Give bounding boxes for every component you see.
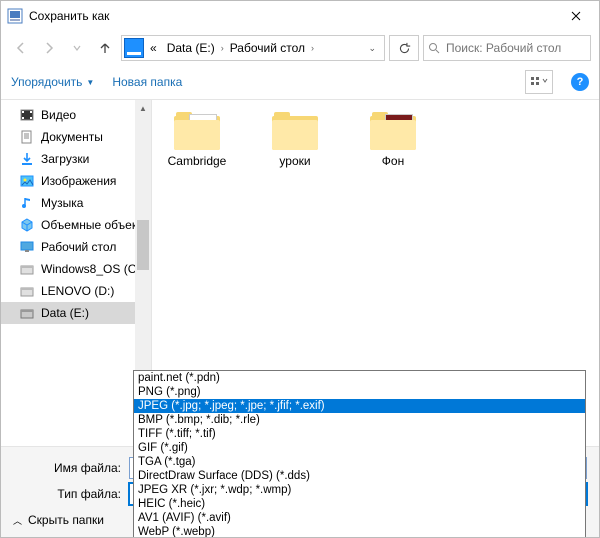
hide-folders-label: Скрыть папки bbox=[28, 513, 104, 527]
drive-icon bbox=[124, 38, 144, 58]
folder-label: уроки bbox=[279, 154, 310, 168]
filetype-label: Тип файла: bbox=[13, 487, 121, 501]
filetype-option[interactable]: HEIC (*.heic) bbox=[134, 497, 585, 511]
breadcrumb-dropdown[interactable]: ⌄ bbox=[362, 43, 382, 54]
chevron-up-icon: ︿ bbox=[13, 514, 22, 527]
titlebar: Сохранить как bbox=[1, 1, 599, 31]
scroll-thumb[interactable] bbox=[137, 220, 149, 270]
up-button[interactable] bbox=[93, 36, 117, 60]
filetype-option[interactable]: JPEG XR (*.jxr; *.wdp; *.wmp) bbox=[134, 483, 585, 497]
3d-icon bbox=[19, 217, 35, 233]
tree-item-label: Загрузки bbox=[41, 152, 89, 166]
breadcrumb[interactable]: « Data (E:) › Рабочий стол › ⌄ bbox=[121, 35, 385, 61]
tree-item-win8[interactable]: Windows8_OS (C:) bbox=[1, 258, 151, 280]
tree-item-pictures[interactable]: Изображения bbox=[1, 170, 151, 192]
filetype-option[interactable]: AV1 (AVIF) (*.avif) bbox=[134, 511, 585, 525]
filename-label: Имя файла: bbox=[13, 461, 121, 475]
tree-item-label: Изображения bbox=[41, 174, 116, 188]
forward-button[interactable] bbox=[37, 36, 61, 60]
filetype-option[interactable]: TIFF (*.tiff; *.tif) bbox=[134, 427, 585, 441]
recent-dropdown[interactable] bbox=[65, 36, 89, 60]
navbar: « Data (E:) › Рабочий стол › ⌄ bbox=[1, 31, 599, 65]
tree-item-desktop[interactable]: Рабочий стол bbox=[1, 236, 151, 258]
nav-tree: Видео Документы Загрузки Изображения Музыка О… bbox=[1, 100, 152, 446]
folder-lessons[interactable]: уроки bbox=[260, 112, 330, 168]
tree-item-label: Видео bbox=[41, 108, 76, 122]
help-button[interactable]: ? bbox=[571, 73, 589, 91]
breadcrumb-prefix: « bbox=[146, 41, 161, 55]
desktop-icon bbox=[19, 239, 35, 255]
view-options-button[interactable] bbox=[525, 70, 553, 94]
folder-icon bbox=[272, 112, 318, 150]
search-input[interactable] bbox=[444, 40, 600, 56]
folder-cambridge[interactable]: Cambridge bbox=[162, 112, 232, 168]
data-icon bbox=[19, 305, 35, 321]
chevron-down-icon: ▼ bbox=[86, 78, 94, 87]
tree-item-label: Документы bbox=[41, 130, 103, 144]
tree-item-video[interactable]: Видео bbox=[1, 104, 151, 126]
docs-icon bbox=[19, 129, 35, 145]
tree-item-label: LENOVO (D:) bbox=[41, 284, 114, 298]
window-title: Сохранить как bbox=[29, 9, 553, 23]
filetype-option[interactable]: TGA (*.tga) bbox=[134, 455, 585, 469]
back-button[interactable] bbox=[9, 36, 33, 60]
filetype-dropdown[interactable]: paint.net (*.pdn)PNG (*.png)JPEG (*.jpg;… bbox=[133, 370, 586, 538]
save-as-dialog: Сохранить как « Data (E:) › Рабочий стол… bbox=[0, 0, 600, 538]
search-box[interactable] bbox=[423, 35, 591, 61]
breadcrumb-folder[interactable]: Рабочий стол bbox=[226, 41, 309, 55]
scroll-up-icon[interactable]: ▲ bbox=[135, 100, 151, 116]
folder-icon bbox=[174, 112, 220, 150]
filetype-option[interactable]: WebP (*.webp) bbox=[134, 525, 585, 538]
folder-bg[interactable]: Фон bbox=[358, 112, 428, 168]
filetype-option[interactable]: JPEG (*.jpg; *.jpeg; *.jpe; *.jfif; *.ex… bbox=[134, 399, 585, 413]
pictures-icon bbox=[19, 173, 35, 189]
filetype-option[interactable]: DirectDraw Surface (DDS) (*.dds) bbox=[134, 469, 585, 483]
tree-item-label: Windows8_OS (C:) bbox=[41, 262, 144, 276]
tree-item-label: Рабочий стол bbox=[41, 240, 116, 254]
hide-folders-button[interactable]: ︿ Скрыть папки bbox=[13, 513, 104, 527]
app-icon bbox=[7, 8, 23, 24]
filetype-option[interactable]: BMP (*.bmp; *.dib; *.rle) bbox=[134, 413, 585, 427]
folder-label: Cambridge bbox=[168, 154, 227, 168]
organize-button[interactable]: Упорядочить ▼ bbox=[11, 75, 94, 89]
chevron-right-icon: › bbox=[311, 43, 314, 53]
filetype-option[interactable]: PNG (*.png) bbox=[134, 385, 585, 399]
organize-label: Упорядочить bbox=[11, 75, 82, 89]
chevron-right-icon: › bbox=[221, 43, 224, 53]
tree-item-3d[interactable]: Объемные объекты bbox=[1, 214, 151, 236]
filetype-option[interactable]: paint.net (*.pdn) bbox=[134, 371, 585, 385]
tree-item-docs[interactable]: Документы bbox=[1, 126, 151, 148]
close-button[interactable] bbox=[553, 1, 599, 31]
lenovo-icon bbox=[19, 283, 35, 299]
tree-item-label: Музыка bbox=[41, 196, 83, 210]
filetype-option[interactable]: GIF (*.gif) bbox=[134, 441, 585, 455]
search-icon bbox=[428, 42, 440, 54]
tree-item-downloads[interactable]: Загрузки bbox=[1, 148, 151, 170]
toolbar: Упорядочить ▼ Новая папка ? bbox=[1, 65, 599, 100]
folder-icon bbox=[370, 112, 416, 150]
music-icon bbox=[19, 195, 35, 211]
tree-item-lenovo[interactable]: LENOVO (D:) bbox=[1, 280, 151, 302]
tree-item-music[interactable]: Музыка bbox=[1, 192, 151, 214]
new-folder-button[interactable]: Новая папка bbox=[112, 75, 182, 89]
folder-label: Фон bbox=[382, 154, 404, 168]
tree-item-data[interactable]: Data (E:) bbox=[1, 302, 151, 324]
video-icon bbox=[19, 107, 35, 123]
downloads-icon bbox=[19, 151, 35, 167]
win8-icon bbox=[19, 261, 35, 277]
tree-item-label: Data (E:) bbox=[41, 306, 89, 320]
refresh-button[interactable] bbox=[389, 35, 419, 61]
breadcrumb-drive[interactable]: Data (E:) bbox=[163, 41, 219, 55]
